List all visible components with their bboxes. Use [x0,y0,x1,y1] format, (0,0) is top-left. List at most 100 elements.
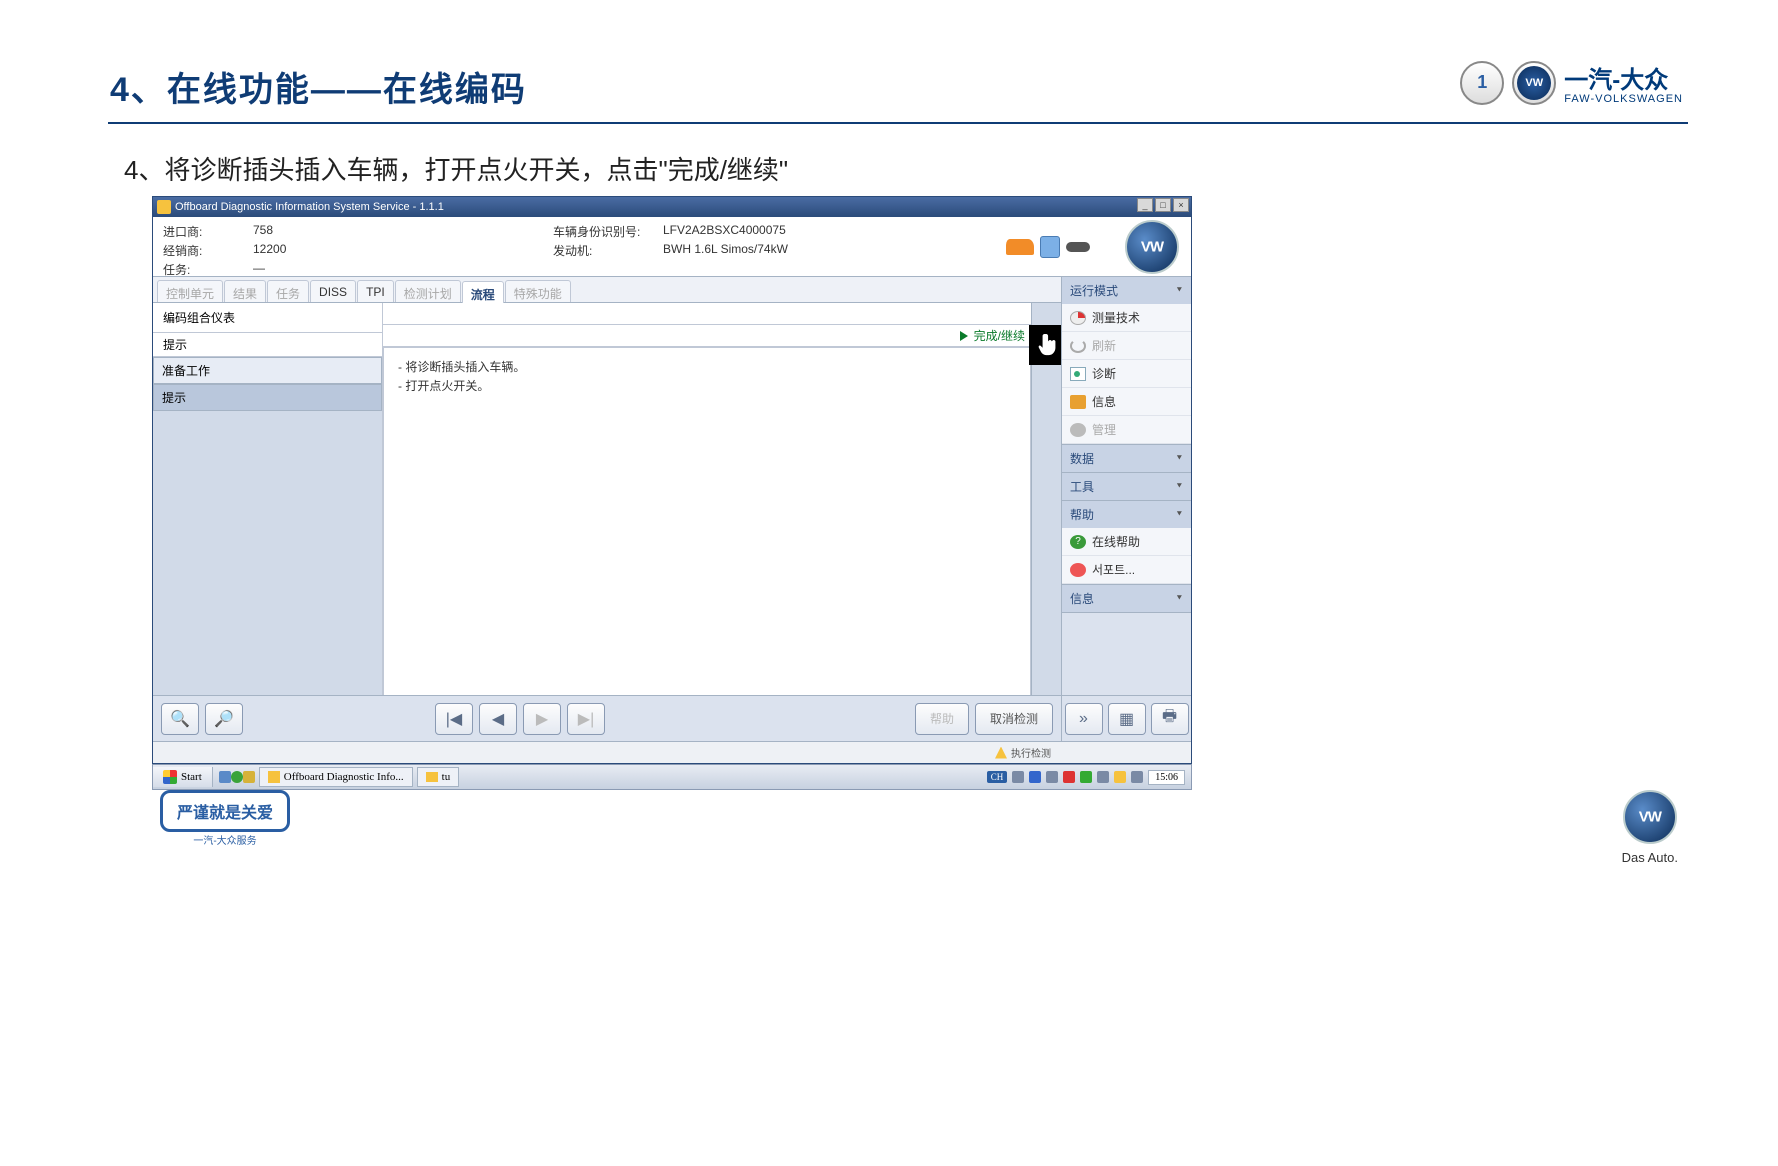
taskbar-app-odis[interactable]: Offboard Diagnostic Info... [259,767,413,787]
dasauto-logo: Das Auto. [1622,790,1678,865]
nav-prev-button[interactable]: ◀ [479,703,517,735]
task-value: — [253,261,265,278]
help-icon: ? [1070,535,1086,549]
status-warning: 执行检测 [995,745,1051,760]
brand-logos: 1 VW 一汽-大众 FAW-VOLKSWAGEN [1460,60,1683,105]
list-item-hint[interactable]: 提示 [153,384,382,411]
nav-next-button[interactable]: ▶ [523,703,561,735]
header-status-icons [983,217,1113,276]
tray-icon[interactable] [1114,771,1126,783]
tab-process[interactable]: 流程 [462,281,504,303]
tray-icon[interactable] [1012,771,1024,783]
support-icon [1070,563,1086,577]
importer-label: 进口商: [163,223,253,240]
gauge-icon [1070,311,1086,325]
complete-bar: 完成/继续 [383,325,1031,347]
tray-icon[interactable] [1029,771,1041,783]
slide-header: 4、在线功能——在线编码 [110,62,1688,111]
database-icon [1040,236,1060,258]
tray-icon[interactable] [1080,771,1092,783]
tabs-row: 控制单元 结果 任务 DISS TPI 检测计划 流程 特殊功能 [153,277,1191,303]
engine-label: 发动机: [553,242,663,259]
header-divider [108,122,1688,124]
gear-icon [1070,423,1086,437]
play-icon [960,331,968,341]
quick-launch-icon[interactable] [243,771,255,783]
zoom-out-button[interactable]: 🔍 [161,703,199,735]
mode-panel: 运行模式⯆ 测量技术 刷新 诊断 信息 管理 数据⯆ 工具⯆ 帮助⯆ ?在线帮助… [1061,277,1191,741]
diagnosis-icon [1070,367,1086,381]
tray-icon[interactable] [1097,771,1109,783]
vw-logo-icon [1125,220,1179,274]
app-titlebar[interactable]: Offboard Diagnostic Information System S… [153,197,1191,217]
mode-item-diagnosis[interactable]: 诊断 [1062,360,1191,388]
zoom-in-button[interactable]: 🔎 [205,703,243,735]
refresh-icon [1070,339,1086,353]
help-button[interactable]: 帮助 [915,703,969,735]
quick-launch-icon[interactable] [231,771,243,783]
warning-icon [995,747,1007,759]
header-col-left: 进口商:758 经销商:12200 任务:— [153,217,543,276]
mode-item-measure[interactable]: 测量技术 [1062,304,1191,332]
folder-icon [426,772,438,782]
complete-continue-button[interactable]: 完成/继续 [960,327,1025,344]
tab-diss[interactable]: DISS [310,280,356,302]
mode-tools-header[interactable]: 工具⯆ [1062,473,1191,500]
tray-icon[interactable] [1063,771,1075,783]
importer-value: 758 [253,223,273,240]
lang-indicator[interactable]: CH [987,771,1008,783]
header-col-right: 车辆身份识别号:LFV2A2BSXC4000075 发动机:BWH 1.6L S… [543,217,983,276]
mode-run-header[interactable]: 运行模式⯆ [1062,277,1191,304]
windows-taskbar: Start Offboard Diagnostic Info... tu CH … [152,764,1192,790]
slide-title: 4、在线功能——在线编码 [110,62,1688,111]
maximize-button[interactable]: □ [1155,198,1171,212]
chevron-icon: ⯆ [1176,285,1183,296]
tab-control-unit: 控制单元 [157,280,223,302]
faw-logo-icon: 1 [1460,61,1504,105]
app-footer: 🔍 🔎 |◀ ◀ ▶ ▶| 帮助 取消检测 [153,695,1061,741]
key-icon [1066,242,1090,252]
tab-special: 特殊功能 [505,280,571,302]
center-panel: 完成/继续 - 将诊断插头插入车辆。 - 打开点火开关。 [383,303,1031,717]
cancel-test-button[interactable]: 取消检测 [975,703,1053,735]
mode-item-support[interactable]: 서포트... [1062,556,1191,584]
nav-first-button[interactable]: |◀ [435,703,473,735]
nav-last-button[interactable]: ▶| [567,703,605,735]
dealer-label: 经销商: [163,242,253,259]
list-item-prepare[interactable]: 准备工作 [153,357,382,384]
print-button[interactable]: 🖶 [1151,703,1189,735]
tab-test-plan: 检测计划 [395,280,461,302]
panel-subtitle: 提示 [153,333,382,357]
vw-logo-icon [1623,790,1677,844]
mode-item-online-help[interactable]: ?在线帮助 [1062,528,1191,556]
vin-label: 车辆身份识别号: [553,223,663,240]
quick-launch-icon[interactable] [219,771,231,783]
tray-icon[interactable] [1131,771,1143,783]
panel-title: 编码组合仪表 [153,303,382,333]
tab-results: 结果 [224,280,266,302]
close-button[interactable]: × [1173,198,1189,212]
car-icon [1006,239,1034,255]
grid-button[interactable]: ▦ [1108,703,1146,735]
mode-item-info[interactable]: 信息 [1062,388,1191,416]
odis-app-window: Offboard Diagnostic Information System S… [152,196,1192,764]
tray-icon[interactable] [1046,771,1058,783]
mode-info-header[interactable]: 信息⯆ [1062,585,1191,612]
taskbar-folder[interactable]: tu [417,767,460,787]
dealer-value: 12200 [253,242,286,259]
system-tray: CH 15:06 [981,770,1191,785]
app-statusbar: 执行检测 [153,741,1191,763]
tab-tasks: 任务 [267,280,309,302]
tab-tpi[interactable]: TPI [357,280,394,302]
mode-help-header[interactable]: 帮助⯆ [1062,501,1191,528]
expand-button[interactable]: » [1065,703,1103,735]
minimize-button[interactable]: _ [1137,198,1153,212]
mode-data-header[interactable]: 数据⯆ [1062,445,1191,472]
vin-value: LFV2A2BSXC4000075 [663,223,786,240]
window-controls: _ □ × [1137,198,1189,212]
app-icon [268,771,280,783]
start-button[interactable]: Start [153,767,213,787]
instruction-body: - 将诊断插头插入车辆。 - 打开点火开关。 [383,347,1031,717]
mode-item-refresh: 刷新 [1062,332,1191,360]
clock[interactable]: 15:06 [1148,770,1185,785]
